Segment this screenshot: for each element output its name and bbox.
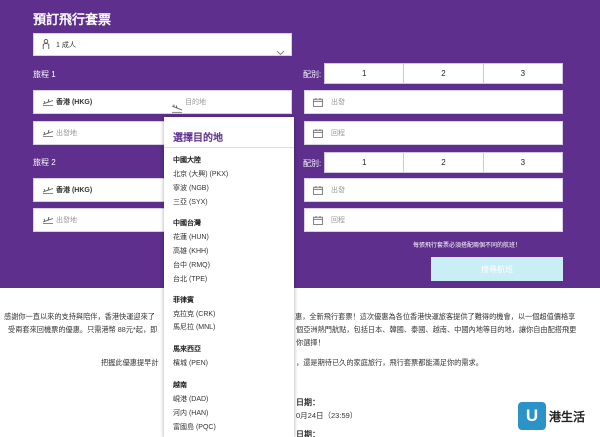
- destination-option[interactable]: 高雄 (KHH): [173, 246, 208, 256]
- logo-text: 港生活: [549, 409, 586, 424]
- destination-option[interactable]: 三亞 (SYX): [173, 197, 208, 207]
- region-heading: 中國台灣: [173, 220, 201, 227]
- destination-option[interactable]: 花蓮 (HUN): [173, 232, 209, 242]
- article-line: 你選擇！: [296, 338, 325, 347]
- calendar-icon: [313, 91, 323, 113]
- destination-input[interactable]: 目的地: [185, 91, 206, 113]
- destination-option[interactable]: 峴港 (DAD): [173, 394, 208, 404]
- date-label: 日期：: [296, 398, 320, 407]
- calendar-icon: [313, 179, 323, 201]
- date-label: 日期：: [296, 430, 320, 437]
- date-return-2[interactable]: 回程: [304, 208, 563, 232]
- destination-option[interactable]: 富國島 (PQC): [173, 422, 216, 432]
- plane-takeoff-icon: [42, 209, 54, 231]
- panel-divider: [0, 288, 600, 296]
- destination-option[interactable]: 馬尼拉 (MNL): [173, 322, 215, 332]
- date-return-value: 回程: [331, 217, 345, 224]
- stay-option[interactable]: 1: [325, 153, 403, 172]
- depart-point-input[interactable]: 出發地: [56, 122, 77, 144]
- booking-note: 每張飛行套票必須搭配兩個不同的航班！: [413, 243, 522, 249]
- article-line: 把握此優惠提早計: [101, 358, 159, 367]
- date-depart-value: 出發: [331, 187, 345, 194]
- stay-option[interactable]: 2: [403, 64, 482, 83]
- depart-point-input[interactable]: 出發地: [56, 209, 77, 231]
- stays-label-2: 配別:: [303, 159, 322, 168]
- date-depart-value: 出發: [331, 99, 345, 106]
- search-flights-button[interactable]: 搜尋航班: [431, 257, 563, 281]
- date-depart-1[interactable]: 出發: [304, 90, 563, 114]
- passenger-select[interactable]: 1 成人: [33, 33, 292, 56]
- stay-option[interactable]: 3: [482, 153, 562, 172]
- logo-mark: U: [518, 402, 546, 430]
- divider: [164, 147, 294, 148]
- article-line: ，還是期待已久的家庭旅行，飛行套票都能滿足你的需求。: [296, 358, 483, 367]
- article-line: 感謝你一直以來的支持與陪伴，香港快運迎來了: [4, 312, 155, 321]
- passenger-value: 1 成人: [56, 41, 76, 49]
- destination-option[interactable]: 寧波 (NGB): [173, 183, 209, 193]
- stays-selector-2[interactable]: 1 2 3: [324, 152, 563, 173]
- trip2-label: 旅程 2: [33, 158, 56, 167]
- site-logo: U 港生活: [518, 402, 585, 430]
- origin-value: 香港 (HKG): [56, 187, 93, 194]
- person-icon: [42, 34, 50, 55]
- region-heading: 越南: [173, 382, 187, 389]
- stay-option[interactable]: 1: [325, 64, 403, 83]
- plane-landing-icon: [171, 98, 183, 117]
- plane-takeoff-icon: [42, 91, 54, 113]
- plane-takeoff-icon: [42, 122, 54, 144]
- article-line: 個亞洲熱門航點，包括日本、韓國、泰國、越南、中國內地等目的地，讓你自由配搭飛更: [296, 325, 577, 334]
- region-heading: 中國大陸: [173, 157, 201, 164]
- booking-panel: 預訂飛行套票 1 成人 旅程 1 配別: 1 2 3 香港 (HKG) 目的地 …: [0, 0, 600, 296]
- destination-option[interactable]: 台北 (TPE): [173, 274, 207, 284]
- destination-dropdown[interactable]: 選擇目的地 中國大陸 北京 (大興) (PKX) 寧波 (NGB) 三亞 (SY…: [164, 117, 294, 437]
- stay-option[interactable]: 3: [482, 64, 562, 83]
- date-depart-2[interactable]: 出發: [304, 178, 563, 202]
- region-heading: 馬來西亞: [173, 346, 201, 353]
- origin-value: 香港 (HKG): [56, 99, 93, 106]
- dropdown-heading: 選擇目的地: [173, 133, 223, 144]
- page-title: 預訂飛行套票: [33, 12, 112, 27]
- origin-field-1[interactable]: 香港 (HKG) 目的地: [33, 90, 292, 114]
- destination-option[interactable]: 克拉克 (CRK): [173, 309, 215, 319]
- destination-option[interactable]: 檳城 (PEN): [173, 358, 208, 368]
- date-value: 0月24日（23:59）: [296, 411, 358, 420]
- destination-option[interactable]: 河内 (HAN): [173, 408, 208, 418]
- date-return-value: 回程: [331, 130, 345, 137]
- plane-takeoff-icon: [42, 179, 54, 201]
- article-line: 惠，全新飛行套票！這次優惠為各位香港快運旅客提供了難得的機會，以一個超值價格享: [295, 312, 576, 321]
- calendar-icon: [313, 209, 323, 231]
- destination-option[interactable]: 台中 (RMQ): [173, 260, 210, 270]
- destination-option[interactable]: 北京 (大興) (PKX): [173, 169, 228, 179]
- article-line: 受兩套來回機票的優惠。只需港幣 88元*起，即: [8, 325, 158, 334]
- date-return-1[interactable]: 回程: [304, 121, 563, 145]
- stays-selector-1[interactable]: 1 2 3: [324, 63, 563, 84]
- stay-option[interactable]: 2: [403, 153, 482, 172]
- trip1-label: 旅程 1: [33, 70, 56, 79]
- calendar-icon: [313, 122, 323, 144]
- chevron-down-icon: [276, 41, 285, 60]
- stays-label-1: 配別:: [303, 70, 322, 79]
- region-heading: 菲律賓: [173, 297, 194, 304]
